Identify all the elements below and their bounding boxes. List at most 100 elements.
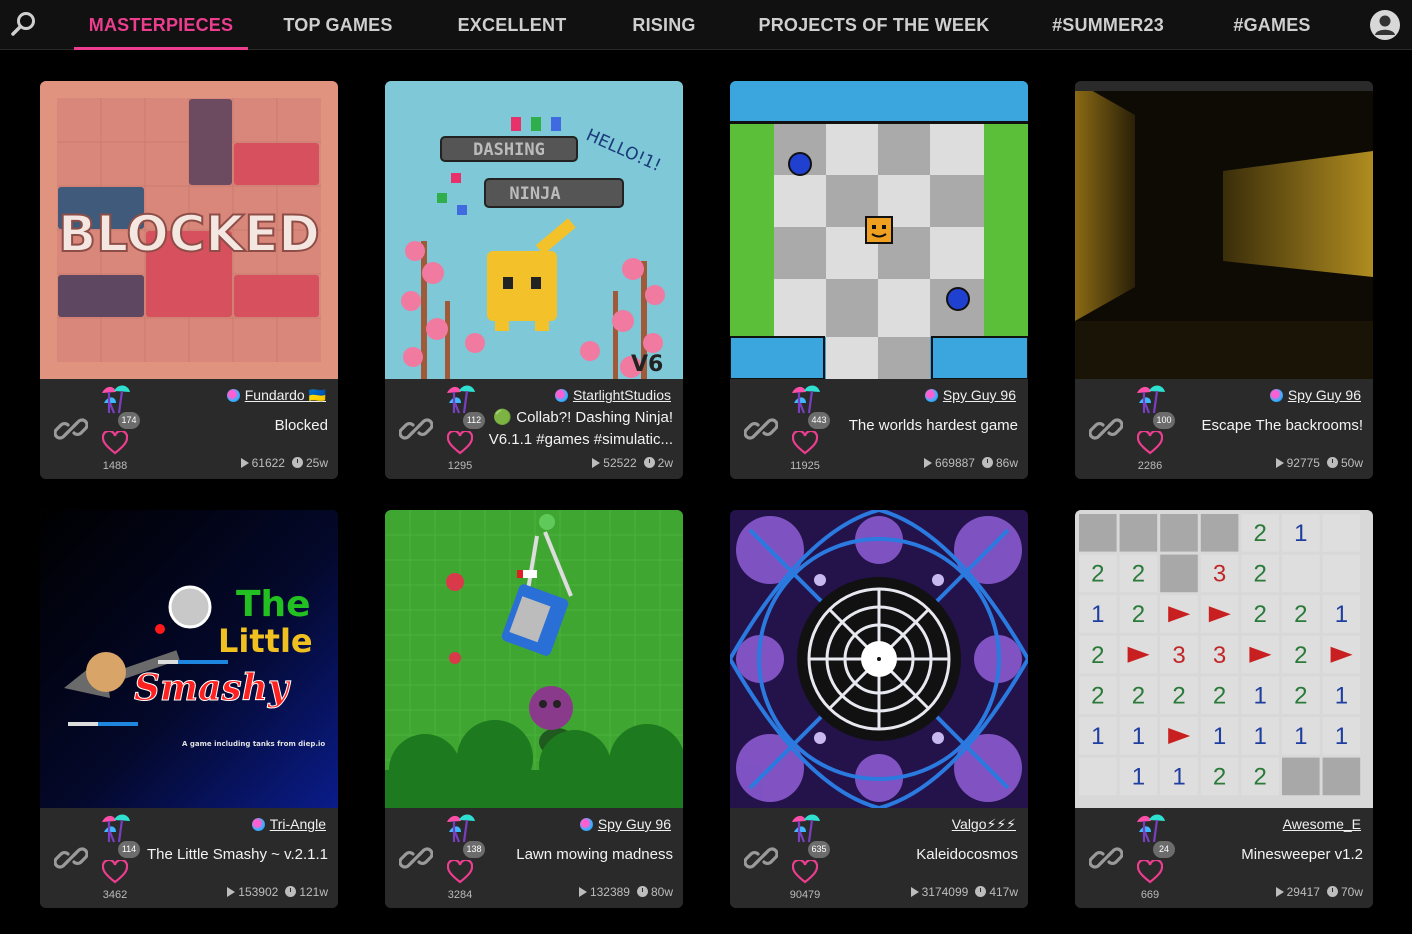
user-avatar-icon[interactable]	[1370, 10, 1400, 40]
author-link[interactable]: Spy Guy 96	[579, 816, 671, 832]
heart-icon[interactable]	[102, 431, 128, 455]
plays-count: 61622	[251, 456, 285, 470]
game-title[interactable]: Escape The backrooms!	[1202, 417, 1363, 434]
game-title[interactable]: Minesweeper v1.2	[1241, 846, 1363, 863]
thumbnail-text: DASHING	[473, 140, 545, 160]
likes-count: 669	[1140, 889, 1160, 901]
mine-number: 2	[1172, 682, 1185, 709]
likes-count: 1295	[447, 460, 473, 472]
tab-games[interactable]: #GAMES	[1226, 0, 1318, 50]
card-stats: 669887 86w	[923, 456, 1018, 470]
thumbnail-text: The	[236, 584, 311, 625]
mine-cell	[1322, 514, 1361, 552]
author-link[interactable]: Spy Guy 96	[924, 387, 1016, 403]
clock-icon	[1326, 457, 1338, 468]
plays-count: 3174099	[921, 885, 969, 899]
age-label: 25w	[305, 456, 328, 470]
card-info: 443 11925 Spy Guy 96 The worlds hardest …	[730, 379, 1028, 479]
card-stats: 52522 2w	[592, 456, 673, 470]
game-title[interactable]: 🟢 Collab?! Dashing Ninja! V6.1.1 #games #…	[483, 407, 673, 451]
game-title[interactable]: Lawn mowing madness	[516, 846, 673, 863]
mine-number: 2	[1294, 682, 1307, 709]
mine-number: 1	[1294, 723, 1307, 750]
heart-icon[interactable]	[1137, 431, 1163, 455]
tab-summer23[interactable]: #SUMMER23	[1044, 0, 1172, 50]
game-title-line: V6.1.1 #games #simulatic...	[488, 431, 673, 448]
game-title[interactable]: The Little Smashy ~ v.2.1.1	[147, 846, 328, 863]
link-icon[interactable]	[744, 841, 778, 875]
play-icon	[1275, 458, 1284, 468]
game-card[interactable]: The Little Smashy A game including tanks…	[40, 510, 338, 908]
tab-rising[interactable]: RISING	[624, 0, 704, 50]
game-title[interactable]: The worlds hardest game	[849, 417, 1018, 434]
author-name: Valgo⚡⚡⚡	[951, 816, 1016, 832]
link-icon[interactable]	[54, 841, 88, 875]
likes-count: 2286	[1137, 460, 1163, 472]
game-card[interactable]: BLOCKED 174 1488 Fundardo 🇺🇦 Blocked 616…	[40, 81, 338, 479]
link-icon[interactable]	[399, 412, 433, 446]
heart-icon[interactable]	[447, 860, 473, 884]
game-card[interactable]: 443 11925 Spy Guy 96 The worlds hardest …	[730, 81, 1028, 479]
game-card[interactable]: 100 2286 Spy Guy 96 Escape The backrooms…	[1075, 81, 1373, 479]
top-nav: MASTERPIECES TOP GAMES EXCELLENT RISING …	[0, 0, 1412, 50]
author-link[interactable]: Tri-Angle	[251, 816, 326, 832]
game-thumbnail[interactable]	[730, 510, 1028, 808]
author-link[interactable]: Valgo⚡⚡⚡	[952, 816, 1016, 833]
game-thumbnail[interactable]	[1075, 81, 1373, 379]
play-icon	[1275, 887, 1284, 897]
clock-icon	[981, 457, 993, 468]
card-stats: 153902 121w	[227, 885, 328, 899]
clock-icon	[291, 457, 303, 468]
mine-number: 2	[1091, 682, 1104, 709]
card-info: 112 1295 StarlightStudios 🟢 Collab?! Das…	[385, 379, 683, 479]
mine-number: 1	[1254, 682, 1267, 709]
heart-icon[interactable]	[1137, 860, 1163, 884]
mine-number: 2	[1213, 764, 1226, 791]
link-icon[interactable]	[744, 412, 778, 446]
author-link[interactable]: Fundardo 🇺🇦	[226, 387, 326, 404]
tab-masterpieces[interactable]: MASTERPIECES	[74, 0, 248, 50]
card-info: 138 3284 Spy Guy 96 Lawn mowing madness …	[385, 808, 683, 908]
likes-count: 1488	[102, 460, 128, 472]
heart-icon[interactable]	[102, 860, 128, 884]
mine-number: 2	[1294, 601, 1307, 628]
age-label: 50w	[1340, 456, 1363, 470]
plays-count: 153902	[238, 885, 279, 899]
link-icon[interactable]	[399, 841, 433, 875]
link-icon[interactable]	[1089, 841, 1123, 875]
game-thumbnail[interactable]: BLOCKED	[40, 81, 338, 379]
link-icon[interactable]	[1089, 412, 1123, 446]
game-card[interactable]: 635 90479 Valgo⚡⚡⚡ Kaleidocosmos 3174099…	[730, 510, 1028, 908]
search-icon[interactable]	[8, 8, 40, 40]
game-thumbnail[interactable]: DASHING NINJA HELLO!1! V6	[385, 81, 683, 379]
author-link[interactable]: StarlightStudios	[554, 387, 671, 403]
game-card[interactable]: 138 3284 Spy Guy 96 Lawn mowing madness …	[385, 510, 683, 908]
game-thumbnail[interactable]	[385, 510, 683, 808]
card-info: 174 1488 Fundardo 🇺🇦 Blocked 61622 25w	[40, 379, 338, 479]
tab-projects-of-the-week[interactable]: PROJECTS OF THE WEEK	[756, 0, 992, 50]
game-thumbnail[interactable]: The Little Smashy A game including tanks…	[40, 510, 338, 808]
heart-icon[interactable]	[447, 431, 473, 455]
game-card[interactable]: 21223212221233222221211111111122 24 669 …	[1075, 510, 1373, 908]
mine-number: 2	[1213, 682, 1226, 709]
mine-cell	[1160, 554, 1198, 593]
game-thumbnail[interactable]	[730, 81, 1028, 379]
link-icon[interactable]	[54, 412, 88, 446]
likes-count: 3284	[447, 889, 473, 901]
game-title[interactable]: Kaleidocosmos	[916, 846, 1018, 863]
tab-excellent[interactable]: EXCELLENT	[452, 0, 572, 50]
thumbnail-text: NINJA	[509, 184, 560, 204]
author-link[interactable]: Awesome_E	[1283, 816, 1361, 832]
tab-top-games[interactable]: TOP GAMES	[274, 0, 402, 50]
game-thumbnail[interactable]: 21223212221233222221211111111122	[1075, 510, 1373, 808]
card-stats: 92775 50w	[1275, 456, 1363, 470]
age-label: 2w	[657, 456, 673, 470]
mine-cell	[1079, 757, 1117, 796]
game-card[interactable]: DASHING NINJA HELLO!1! V6 112 1295 Starl…	[385, 81, 683, 479]
author-link[interactable]: Spy Guy 96	[1269, 387, 1361, 403]
heart-icon[interactable]	[792, 860, 818, 884]
heart-icon[interactable]	[792, 431, 818, 455]
minesweeper-grid: 2 12 2 3 21 2 2 2 12 3 3 22 2 2 2 1 2 11 1 1 1 1 11 1 2 2	[1079, 514, 1361, 796]
author-name: Tri-Angle	[269, 816, 326, 832]
game-title[interactable]: Blocked	[275, 417, 328, 434]
